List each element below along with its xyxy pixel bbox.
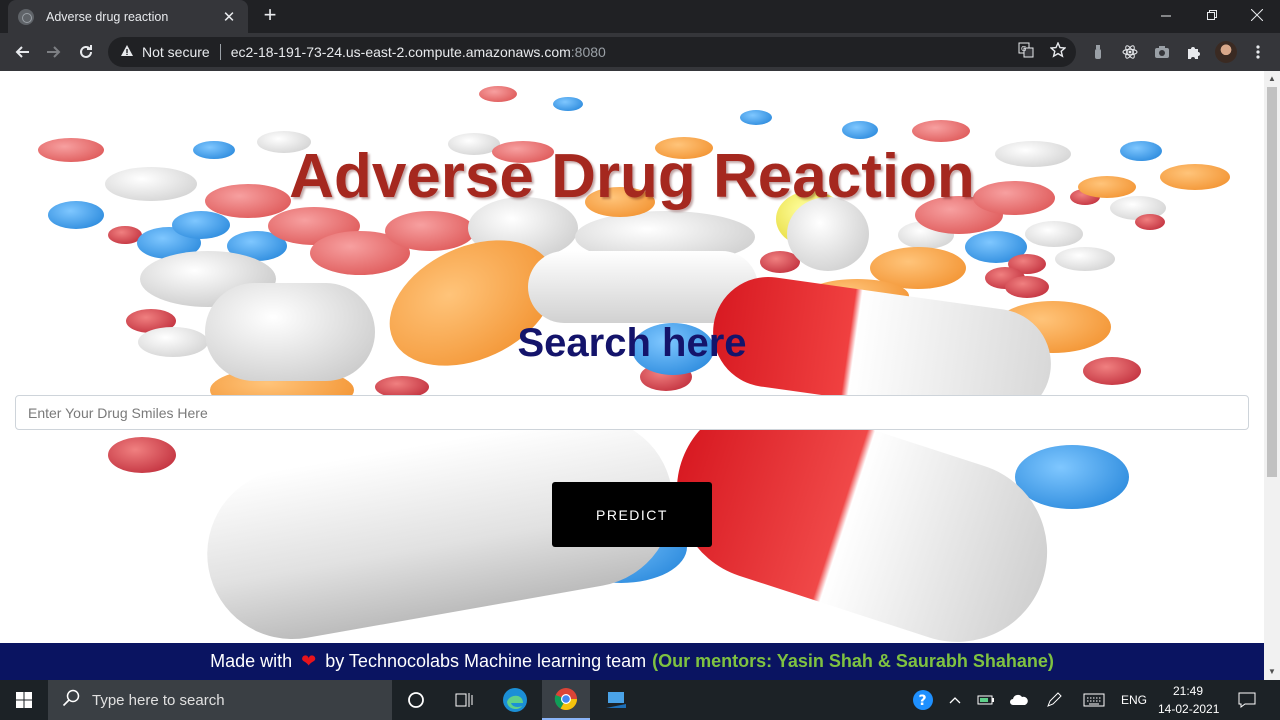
warning-icon	[120, 44, 134, 60]
browser-toolbar: Not secure ec2-18-191-73-24.us-east-2.co…	[0, 33, 1280, 71]
remote-desktop-icon[interactable]	[596, 680, 636, 720]
extension-dropper-icon[interactable]	[1088, 42, 1108, 62]
forward-arrow-icon[interactable]	[40, 38, 68, 66]
restore-icon[interactable]	[1189, 0, 1235, 30]
profile-avatar[interactable]	[1215, 41, 1237, 63]
tab-strip: Adverse drug reaction ✕ +	[0, 0, 1280, 33]
security-label[interactable]: Not secure	[142, 44, 210, 60]
windows-taskbar: Type here to search ? ENG 21:49 14-02-20…	[0, 680, 1280, 720]
footer-team: by Technocolabs Machine learning team	[325, 651, 647, 671]
keyboard-icon[interactable]	[1080, 680, 1108, 720]
help-icon[interactable]: ?	[908, 680, 938, 720]
extensions-puzzle-icon[interactable]	[1184, 42, 1204, 62]
search-heading: Search here	[517, 321, 747, 365]
close-window-icon[interactable]	[1234, 0, 1280, 30]
svg-text:G: G	[1021, 45, 1026, 53]
translate-icon[interactable]: G	[1016, 40, 1036, 60]
notifications-icon[interactable]	[1230, 680, 1264, 720]
page-title: Adverse Drug Reaction	[289, 142, 975, 211]
tab-close-icon[interactable]: ✕	[220, 8, 238, 26]
pen-icon[interactable]	[1042, 680, 1066, 720]
battery-icon[interactable]	[974, 680, 998, 720]
task-view-icon[interactable]	[444, 680, 484, 720]
tab-title: Adverse drug reaction	[46, 9, 169, 24]
camera-icon[interactable]	[1152, 42, 1172, 62]
windows-start-icon[interactable]	[0, 680, 48, 720]
bookmark-star-icon[interactable]	[1048, 40, 1068, 60]
chrome-browser-icon[interactable]	[542, 680, 590, 720]
new-tab-button[interactable]: +	[258, 4, 282, 28]
page-scrollbar[interactable]: ▲ ▼	[1264, 71, 1280, 680]
scroll-down-icon[interactable]: ▼	[1267, 667, 1277, 677]
page-viewport: Adverse Drug Reaction Search here PREDIC…	[0, 71, 1264, 680]
reload-icon[interactable]	[72, 38, 100, 66]
clock-date[interactable]: 14-02-2021	[1158, 702, 1219, 716]
search-icon	[62, 689, 80, 712]
back-arrow-icon[interactable]	[8, 38, 36, 66]
taskbar-search-box[interactable]: Type here to search	[48, 680, 392, 720]
drug-smiles-input[interactable]	[15, 395, 1249, 430]
minimize-icon[interactable]	[1143, 0, 1189, 30]
scroll-up-icon[interactable]: ▲	[1267, 74, 1277, 84]
menu-kebab-icon[interactable]	[1248, 42, 1268, 62]
address-bar[interactable]: Not secure ec2-18-191-73-24.us-east-2.co…	[108, 37, 1076, 67]
svg-text:?: ?	[919, 693, 927, 709]
globe-icon	[18, 8, 34, 25]
cortana-icon[interactable]	[396, 680, 436, 720]
footer-made-with: Made with	[210, 651, 293, 671]
predict-button[interactable]: PREDICT	[552, 482, 712, 547]
scrollbar-thumb[interactable]	[1267, 87, 1277, 477]
edge-browser-icon[interactable]	[494, 680, 536, 720]
footer-mentors: (Our mentors: Yasin Shah & Saurabh Shaha…	[652, 651, 1054, 671]
page-footer: Made with ❤ by Technocolabs Machine lear…	[0, 643, 1264, 680]
url-host: ec2-18-191-73-24.us-east-2.compute.amazo…	[230, 44, 571, 60]
onedrive-cloud-icon[interactable]	[1006, 680, 1032, 720]
react-devtools-icon[interactable]	[1120, 42, 1140, 62]
language-indicator[interactable]: ENG	[1121, 693, 1147, 707]
chevron-up-icon[interactable]	[944, 680, 966, 720]
url-port: :8080	[570, 44, 606, 60]
divider	[219, 44, 221, 60]
heart-icon: ❤	[301, 651, 317, 671]
taskbar-search-placeholder: Type here to search	[92, 691, 225, 709]
clock-time[interactable]: 21:49	[1173, 684, 1203, 698]
browser-tab[interactable]: Adverse drug reaction ✕	[8, 0, 248, 33]
